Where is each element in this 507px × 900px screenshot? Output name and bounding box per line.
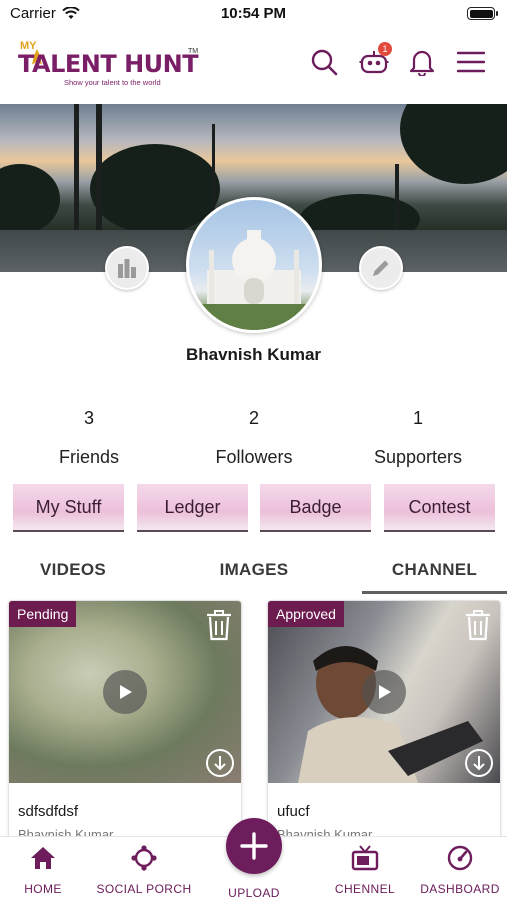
bell-icon — [409, 50, 435, 76]
followers-count: 2 — [248, 408, 259, 428]
tab-videos[interactable]: VIDEOS — [0, 560, 146, 594]
friends-label: Friends — [58, 447, 120, 467]
logo-brand: TALENT HUNT — [18, 50, 199, 78]
followers-stat[interactable]: 2 Followers — [174, 408, 334, 468]
play-button[interactable] — [103, 670, 147, 714]
trash-icon — [207, 610, 231, 641]
video-card[interactable]: Pending sdfsdfdsf Bhavnish Kumar — [8, 600, 242, 850]
profile-name: Bhavnish Kumar — [185, 345, 322, 364]
search-button[interactable] — [308, 46, 340, 78]
nav-home[interactable]: HOME — [14, 845, 72, 896]
ledger-button[interactable]: Ledger — [137, 484, 248, 532]
upload-label: UPLOAD — [228, 886, 280, 900]
chatbot-button[interactable]: 1 — [358, 42, 392, 78]
tab-channel[interactable]: CHANNEL — [362, 560, 507, 594]
friends-count: 3 — [83, 408, 94, 428]
followers-label: Followers — [215, 447, 293, 467]
delete-button[interactable] — [205, 609, 233, 646]
upload-button[interactable] — [226, 818, 282, 874]
play-icon — [120, 685, 132, 699]
social-porch-icon — [131, 845, 157, 871]
tv-icon — [351, 845, 379, 871]
avatar[interactable] — [186, 197, 322, 333]
download-button[interactable] — [205, 748, 235, 783]
buildings-icon — [118, 259, 136, 278]
change-cover-button[interactable] — [105, 246, 149, 290]
status-badge: Pending — [9, 601, 77, 627]
supporters-label: Supporters — [373, 447, 463, 467]
video-title: ufucf — [277, 803, 310, 820]
status-badge: Approved — [268, 601, 344, 627]
nav-social-porch-label: SOCIAL PORCH — [96, 882, 192, 896]
search-icon — [311, 49, 338, 76]
download-icon — [206, 749, 234, 777]
video-card[interactable]: Approved ufucf Bhavnish Kumar — [267, 600, 501, 850]
nav-home-label: HOME — [24, 882, 62, 896]
clock: 10:54 PM — [220, 5, 287, 22]
nav-chennel[interactable]: CHENNEL — [330, 845, 400, 896]
nav-social-porch[interactable]: SOCIAL PORCH — [90, 845, 198, 896]
notifications-button[interactable] — [406, 46, 438, 78]
battery-icon — [467, 7, 498, 20]
video-title: sdfsdfdsf — [18, 803, 79, 820]
nav-chennel-label: CHENNEL — [334, 882, 396, 896]
badge-button[interactable]: Badge — [260, 484, 371, 532]
supporters-stat[interactable]: 1 Supporters — [338, 408, 498, 468]
menu-button[interactable] — [455, 46, 487, 78]
status-bar: Carrier 10:54 PM — [0, 0, 507, 28]
nav-dashboard[interactable]: DASHBOARD — [416, 845, 504, 896]
app-header: MY TALENT HUNT TM Show your talent to th… — [0, 32, 507, 100]
gauge-icon — [447, 845, 473, 871]
plus-icon — [240, 832, 268, 860]
hamburger-icon — [457, 51, 485, 73]
supporters-count: 1 — [412, 408, 423, 428]
avatar-image — [189, 230, 319, 330]
app-logo[interactable]: MY TALENT HUNT TM Show your talent to th… — [18, 38, 203, 90]
logo-tagline: Show your talent to the world — [64, 78, 161, 87]
logo-trademark: TM — [188, 48, 199, 55]
download-icon — [465, 749, 493, 777]
tab-images[interactable]: IMAGES — [181, 560, 327, 594]
friends-stat[interactable]: 3 Friends — [9, 408, 169, 468]
contest-button[interactable]: Contest — [384, 484, 495, 532]
delete-button[interactable] — [464, 609, 492, 646]
notification-badge: 1 — [378, 42, 392, 56]
nav-dashboard-label: DASHBOARD — [420, 882, 500, 896]
download-button[interactable] — [464, 748, 494, 783]
pencil-icon — [373, 260, 389, 276]
my-stuff-button[interactable]: My Stuff — [13, 484, 124, 532]
play-button[interactable] — [362, 670, 406, 714]
play-icon — [379, 685, 391, 699]
home-icon — [31, 847, 55, 869]
trash-icon — [466, 610, 490, 641]
edit-profile-button[interactable] — [359, 246, 403, 290]
